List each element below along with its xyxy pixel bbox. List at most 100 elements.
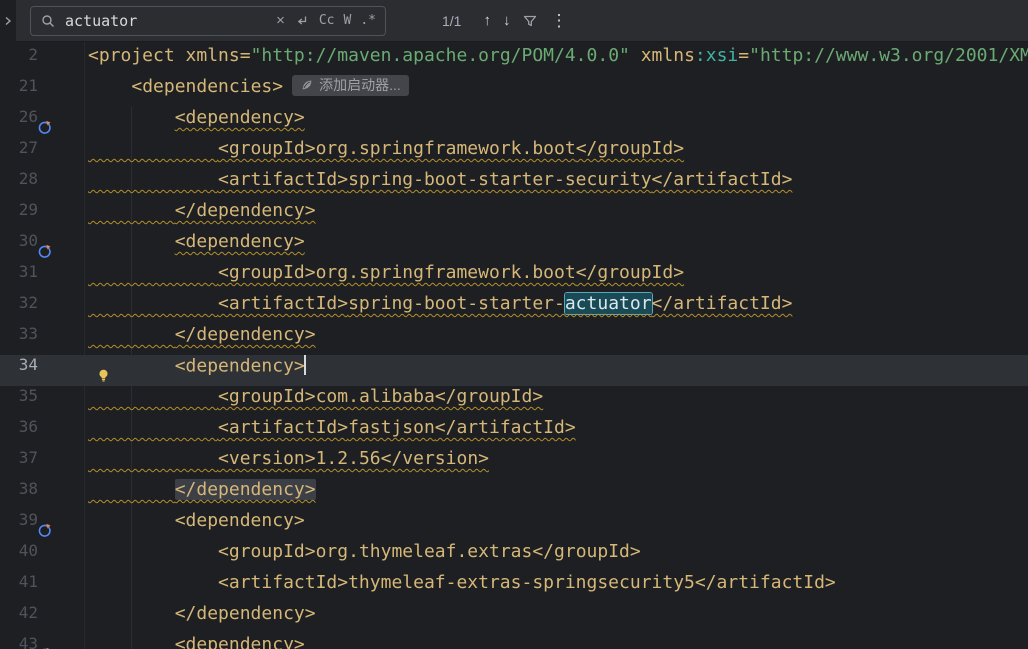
warning-underline: <groupId>org.springframework.boot</group… (88, 262, 684, 283)
code-token: </dependency> (174, 603, 316, 624)
line-number: 34 (18, 355, 38, 374)
code-token: <dependency> (174, 107, 305, 128)
code-token: org.thymeleaf.extras (315, 541, 533, 562)
code-line-33[interactable]: 33 </dependency> (0, 324, 1028, 355)
maven-sync-icon[interactable] (37, 518, 52, 537)
code-line-35[interactable]: 35 <groupId>com.alibaba</groupId> (0, 386, 1028, 417)
code-text: <artifactId>fastjson</artifactId> (88, 417, 576, 438)
line-number: 35 (18, 386, 38, 405)
code-token: </artifactId> (651, 169, 793, 190)
code-line-29[interactable]: 29 </dependency> (0, 200, 1028, 231)
prev-occurrence-button[interactable]: ↑ (483, 12, 491, 29)
code-line-34[interactable]: 34 <dependency> (0, 355, 1028, 386)
code-line-40[interactable]: 40 <groupId>org.thymeleaf.extras</groupI… (0, 541, 1028, 572)
code-token: org.springframework.boot (315, 262, 576, 283)
code-token: <dependency> (174, 634, 305, 649)
code-line-28[interactable]: 28 <artifactId>spring-boot-starter-secur… (0, 169, 1028, 200)
line-number: 31 (18, 262, 38, 281)
code-text: <groupId>com.alibaba</groupId> (88, 386, 543, 407)
warning-underline: <version>1.2.56</version> (88, 448, 489, 469)
code-line-42[interactable]: 42 </dependency> (0, 603, 1028, 634)
top-bar: actuator × Cc W .* 1/1 ↑ ↓ ⋮ (0, 0, 1028, 42)
code-token: = (738, 45, 750, 66)
code-token: "http://maven.apache.org/POM/4.0.0" (250, 45, 630, 66)
newline-icon[interactable] (294, 13, 310, 29)
code-text: <dependency> (88, 355, 306, 378)
code-token: <artifactId> (218, 169, 349, 190)
more-options-icon[interactable]: ⋮ (550, 11, 567, 31)
maven-sync-icon[interactable] (37, 642, 52, 649)
clear-search-icon[interactable]: × (276, 13, 285, 28)
code-text: <dependency> (88, 231, 305, 252)
warning-underline: <dependency> (175, 231, 305, 252)
code-text: <groupId>org.springframework.boot</group… (88, 262, 684, 283)
code-line-21[interactable]: 21 <dependencies> 添加启动器... (0, 74, 1028, 107)
warning-underline: </dependency> (88, 324, 316, 345)
code-token: <groupId> (218, 262, 316, 283)
next-occurrence-button[interactable]: ↓ (503, 12, 511, 29)
warning-underline: <artifactId>fastjson</artifactId> (88, 417, 576, 438)
code-token: <dependency> (174, 355, 305, 377)
find-toolbar: actuator × Cc W .* 1/1 ↑ ↓ ⋮ (16, 0, 1028, 42)
add-starter-hint-chip[interactable]: 添加启动器... (292, 74, 409, 96)
code-token: com.alibaba (315, 386, 435, 407)
left-tool-stripe (0, 0, 16, 42)
code-line-31[interactable]: 31 <groupId>org.springframework.boot</gr… (0, 262, 1028, 293)
code-text: <groupId>org.thymeleaf.extras</groupId> (88, 541, 641, 562)
code-token: "http://www.w3.org/2001/XM (749, 45, 1028, 66)
code-line-2[interactable]: 2 <project xmlns="http://maven.apache.org… (0, 45, 1028, 76)
code-line-38[interactable]: 38 </dependency> (0, 479, 1028, 510)
line-number: 41 (18, 572, 38, 591)
code-token: <project (88, 45, 186, 66)
code-text: </dependency> (88, 324, 316, 345)
warning-underline: <groupId>com.alibaba</groupId> (88, 386, 543, 407)
code-line-26[interactable]: 26 <dependency> (0, 107, 1028, 138)
code-line-37[interactable]: 37 <version>1.2.56</version> (0, 448, 1028, 479)
code-line-36[interactable]: 36 <artifactId>fastjson</artifactId> (0, 417, 1028, 448)
code-line-32[interactable]: 32 <artifactId>spring-boot-starter-actua… (0, 293, 1028, 324)
code-text: </dependency> (88, 603, 316, 624)
code-token: <artifactId> (218, 572, 349, 593)
code-token: </dependency> (174, 324, 316, 345)
code-token: <version> (218, 448, 316, 469)
code-token: thymeleaf-extras-springsecurity5 (348, 572, 695, 593)
code-line-41[interactable]: 41 <artifactId>thymeleaf-extras-springse… (0, 572, 1028, 603)
code-token: </artifactId> (434, 417, 576, 438)
line-number: 40 (18, 541, 38, 560)
search-input[interactable]: actuator (65, 12, 267, 30)
code-token: fastjson (348, 417, 435, 438)
warning-underline: </dependency> (88, 200, 316, 221)
warning-underline: <dependency> (175, 107, 305, 128)
maven-sync-icon[interactable] (37, 239, 52, 258)
code-token: </groupId> (434, 386, 544, 407)
code-text: <dependency> (88, 510, 305, 531)
editor[interactable]: 2 <project xmlns="http://maven.apache.org… (0, 42, 1028, 649)
words-toggle[interactable]: W (344, 13, 352, 28)
filter-icon[interactable] (522, 13, 538, 29)
code-token: <groupId> (218, 541, 316, 562)
code-text: <artifactId>thymeleaf-extras-springsecur… (88, 572, 836, 593)
code-token: spring-boot-starter-security (348, 169, 652, 190)
code-line-43[interactable]: 43 <dependency> (0, 634, 1028, 649)
code-line-27[interactable]: 27 <groupId>org.springframework.boot</gr… (0, 138, 1028, 169)
collapse-chevron-icon[interactable] (3, 16, 13, 26)
match-case-toggle[interactable]: Cc (319, 13, 335, 28)
line-number: 43 (18, 634, 38, 649)
code-text: <project xmlns="http://maven.apache.org/… (88, 45, 1028, 66)
line-number: 2 (28, 45, 38, 64)
code-token: </artifactId> (651, 293, 793, 314)
warning-underline: <artifactId>spring-boot-starter-security… (88, 169, 792, 190)
regex-toggle[interactable]: .* (360, 13, 376, 28)
line-number: 21 (18, 76, 38, 95)
search-field[interactable]: actuator × Cc W .* (30, 5, 386, 36)
code-text: <groupId>org.springframework.boot</group… (88, 138, 684, 159)
code-text: <artifactId>spring-boot-starter-actuator… (88, 293, 792, 314)
code-line-39[interactable]: 39 <dependency> (0, 510, 1028, 541)
maven-sync-icon[interactable] (37, 115, 52, 134)
search-results-count: 1/1 (442, 12, 462, 29)
line-number: 38 (18, 479, 38, 498)
line-number: 37 (18, 448, 38, 467)
line-number: 28 (18, 169, 38, 188)
code-line-30[interactable]: 30 <dependency> (0, 231, 1028, 262)
code-token: </dependency> (174, 479, 316, 500)
